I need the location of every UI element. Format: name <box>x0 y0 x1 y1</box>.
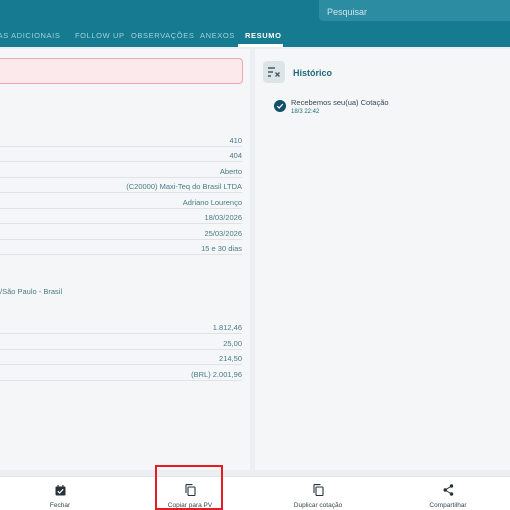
active-tab-indicator <box>238 44 283 47</box>
search-box[interactable] <box>319 0 510 21</box>
filter-clear-icon <box>263 61 285 83</box>
duplicate-quote-label: Duplicar cotação <box>293 502 343 509</box>
alert-banner <box>0 58 243 84</box>
summary-value: 25/03/2026 <box>200 229 242 238</box>
share-button[interactable]: Compartilhar <box>422 477 474 510</box>
history-event-text: Recebemos seu(ua) Cotação <box>291 98 389 107</box>
summary-value: Aberto <box>215 167 242 176</box>
total-row: 214,50 <box>0 354 242 368</box>
summary-row: 410 <box>0 136 242 150</box>
duplicate-quote-button[interactable]: Duplicar cotação <box>285 477 351 510</box>
total-value: 1.812,46 <box>208 323 242 332</box>
summary-row: Aberto <box>0 167 242 181</box>
summary-value: (C20000) Maxi-Teq do Brasil LTDA <box>122 182 242 191</box>
close-label: Fechar <box>49 502 71 509</box>
summary-row: Adriano Lourenço <box>0 198 242 212</box>
search-input[interactable] <box>319 0 510 21</box>
summary-value: Adriano Lourenço <box>178 198 242 207</box>
total-value: (BRL) 2.001,96 <box>187 370 242 379</box>
summary-row: 404 <box>0 151 242 165</box>
total-row: 1.812,46 <box>0 323 242 337</box>
check-circle-icon <box>274 100 286 112</box>
history-title: Histórico <box>293 68 333 78</box>
tab-anexos[interactable]: ANEXOS <box>200 26 235 47</box>
summary-value: 15 e 30 dias <box>197 244 242 253</box>
tab-observacoes[interactable]: OBSERVAÇÕES <box>131 26 194 47</box>
total-row: (BRL) 2.001,96 <box>0 370 242 384</box>
tab-campos-adicionais[interactable]: SAS ADICIONAIS <box>0 26 60 47</box>
history-panel: Histórico Recebemos seu(ua) Cotação 18/3… <box>255 49 510 470</box>
highlight-box <box>155 465 223 510</box>
address-text: /São Paulo - Brasil <box>0 287 63 296</box>
summary-value: 404 <box>225 151 242 160</box>
summary-row: 15 e 30 dias <box>0 244 242 258</box>
top-bar: SAS ADICIONAIS FOLLOW UP OBSERVAÇÕES ANE… <box>0 0 510 47</box>
total-row: 25,00 <box>0 339 242 353</box>
summary-value: 18/03/2026 <box>200 213 242 222</box>
share-icon <box>443 484 454 496</box>
copy-icon <box>312 484 324 496</box>
tab-follow-up[interactable]: FOLLOW UP <box>75 26 125 47</box>
history-event-time: 18/3 22:42 <box>291 109 320 115</box>
total-value: 214,50 <box>215 354 242 363</box>
summary-row: (C20000) Maxi-Teq do Brasil LTDA <box>0 182 242 196</box>
summary-row: 18/03/2026 <box>0 213 242 227</box>
close-button[interactable]: Fechar <box>45 477 75 510</box>
summary-panel: 410 404 Aberto (C20000) Maxi-Teq do Bras… <box>0 49 250 470</box>
calendar-check-icon <box>55 484 66 496</box>
total-value: 25,00 <box>219 339 242 348</box>
share-label: Compartilhar <box>429 502 467 509</box>
summary-value: 410 <box>225 136 242 145</box>
bottom-action-bar: Fechar Copiar para PV Duplicar cotação C… <box>0 476 510 510</box>
summary-row: 25/03/2026 <box>0 229 242 243</box>
